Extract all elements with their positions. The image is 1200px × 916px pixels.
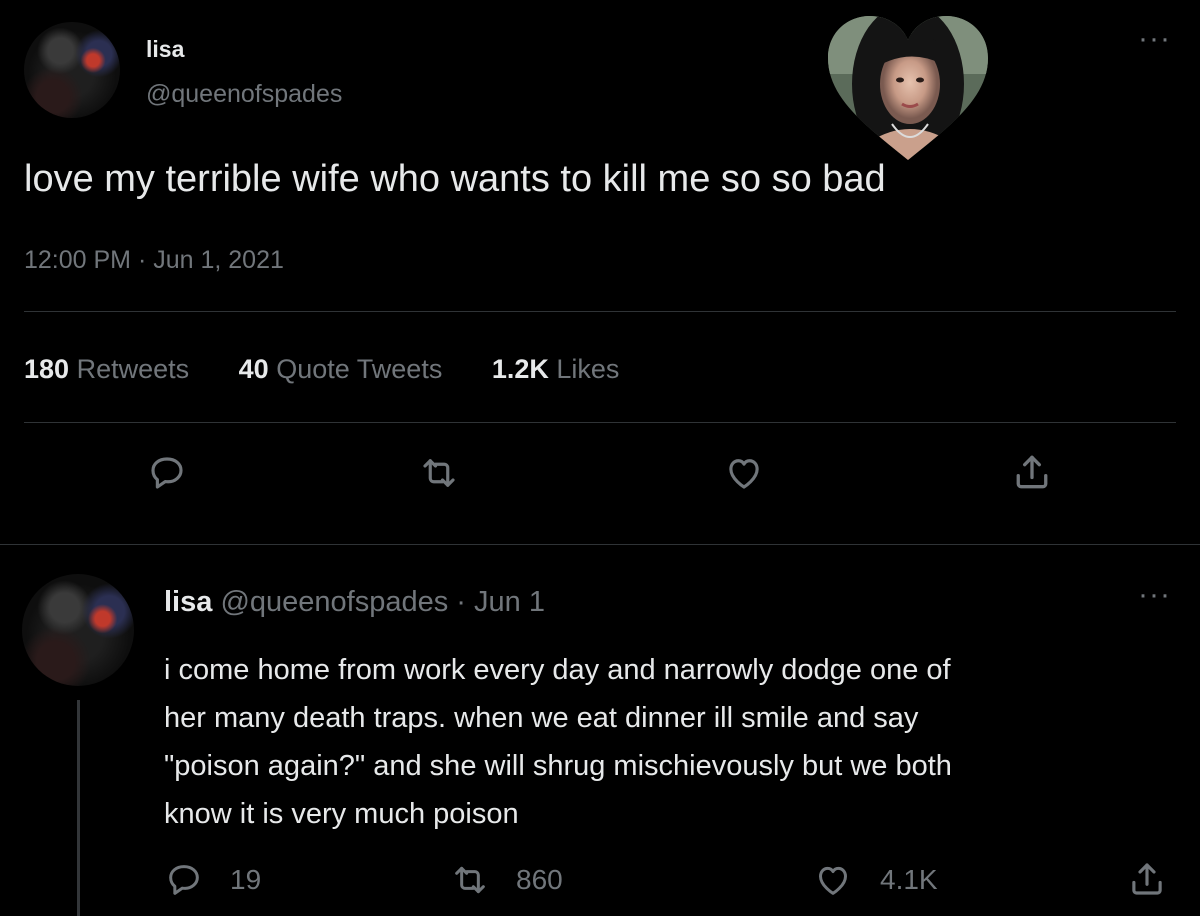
share-icon[interactable] bbox=[1010, 450, 1054, 494]
like-icon bbox=[812, 860, 854, 900]
reply-header: lisa @queenofspades · Jun 1 bbox=[164, 586, 545, 619]
thread-line bbox=[77, 700, 80, 916]
more-icon[interactable]: ··· bbox=[1138, 24, 1171, 54]
reply-text: i come home from work every day and narr… bbox=[164, 646, 952, 838]
likes-label: Likes bbox=[556, 354, 620, 384]
reply-icon[interactable] bbox=[146, 452, 188, 494]
reply-icon bbox=[164, 860, 204, 900]
author-avatar[interactable] bbox=[24, 22, 120, 118]
reply-separator: · bbox=[456, 586, 466, 618]
tweet-timestamp[interactable]: 12:00 PM · Jun 1, 2021 bbox=[24, 246, 284, 275]
heart-photo-sticker bbox=[826, 14, 990, 162]
author-handle[interactable]: @queenofspades bbox=[146, 80, 342, 109]
reply-count: 19 bbox=[230, 864, 262, 895]
retweets-label: Retweets bbox=[76, 354, 190, 384]
reply-text-line: "poison again?" and she will shrug misch… bbox=[164, 750, 952, 782]
reply-text-line: i come home from work every day and narr… bbox=[164, 654, 951, 686]
tweet-stats: 180 Retweets 40 Quote Tweets 1.2K Likes bbox=[24, 354, 619, 385]
reply-handle[interactable]: @queenofspades bbox=[220, 586, 448, 618]
likes-count: 1.2K bbox=[491, 354, 549, 384]
retweets-count: 180 bbox=[24, 354, 70, 384]
retweet-icon bbox=[450, 860, 490, 900]
more-icon[interactable]: ··· bbox=[1138, 580, 1171, 610]
quotes-count: 40 bbox=[238, 354, 269, 384]
quotes-stat[interactable]: 40 Quote Tweets bbox=[239, 354, 450, 384]
reply-action-retweet[interactable]: 860 bbox=[450, 860, 563, 900]
tweet-text: love my terrible wife who wants to kill … bbox=[24, 158, 886, 200]
author-display-name[interactable]: lisa bbox=[146, 36, 184, 63]
retweet-count: 860 bbox=[516, 864, 563, 895]
reply-author-avatar[interactable] bbox=[22, 574, 134, 686]
divider bbox=[24, 311, 1176, 312]
quotes-label: Quote Tweets bbox=[276, 354, 443, 384]
reply-action-like[interactable]: 4.1K bbox=[812, 860, 938, 900]
divider bbox=[24, 422, 1176, 423]
reply-text-line: know it is very much poison bbox=[164, 798, 519, 830]
share-icon[interactable] bbox=[1126, 858, 1168, 900]
retweets-stat[interactable]: 180 Retweets bbox=[24, 354, 197, 384]
reply-text-line: her many death traps. when we eat dinner… bbox=[164, 702, 919, 734]
reply-display-name[interactable]: lisa bbox=[164, 586, 212, 618]
likes-stat[interactable]: 1.2K Likes bbox=[492, 354, 620, 384]
like-count: 4.1K bbox=[880, 864, 938, 895]
divider bbox=[0, 544, 1200, 545]
like-icon[interactable] bbox=[722, 452, 766, 494]
reply-date[interactable]: Jun 1 bbox=[474, 586, 545, 618]
reply-action-reply[interactable]: 19 bbox=[164, 860, 261, 900]
retweet-icon[interactable] bbox=[418, 452, 460, 494]
